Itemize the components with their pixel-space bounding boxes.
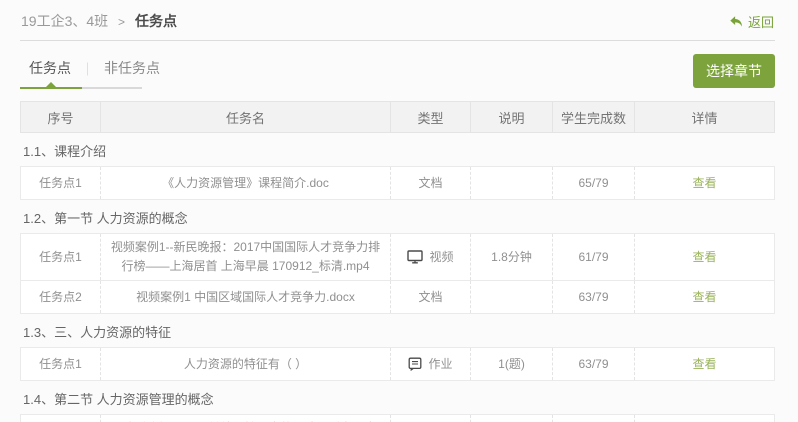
top-bar: 19工企3、4班 > 任务点 返回 — [20, 0, 775, 41]
table-body: 1.1、课程介绍 任务点1 《人力资源管理》课程简介.doc 文档 65/79 … — [20, 133, 775, 422]
row-desc: 2.3分钟 — [471, 415, 553, 422]
row-completed: 61/79 — [553, 234, 635, 280]
back-label: 返回 — [748, 12, 774, 31]
column-header-seq: 序号 — [21, 102, 101, 132]
row-desc: 1.8分钟 — [471, 234, 553, 280]
tabs: 任务点 ｜ 非任务点 — [20, 54, 160, 89]
tab-non-task-points[interactable]: 非任务点 — [104, 58, 160, 78]
view-link[interactable]: 查看 — [692, 355, 716, 374]
table-row: 任务点1 视频案例2 深圳：继续保持强大的人才吸引力和竞争力[深视新闻]_高清.… — [20, 414, 775, 422]
row-type-label: 文档 — [418, 288, 442, 307]
row-type: 作业 — [391, 348, 471, 380]
breadcrumb: 19工企3、4班 > 任务点 — [21, 11, 177, 31]
select-chapter-button[interactable]: 选择章节 — [693, 54, 775, 88]
column-header-detail: 详情 — [635, 102, 774, 132]
row-seq: 任务点1 — [21, 348, 101, 380]
row-type-label: 视频 — [429, 248, 453, 267]
row-name: 《人力资源管理》课程简介.doc — [101, 167, 391, 199]
section-title: 1.1、课程介绍 — [20, 133, 775, 167]
section-title: 1.4、第二节 人力资源管理的概念 — [20, 381, 775, 415]
tab-underline — [20, 87, 142, 89]
table-row: 任务点2 视频案例1 中国区域国际人才竞争力.docx 文档 63/79 查看 — [20, 280, 775, 314]
section-title: 1.3、三、人力资源的特征 — [20, 314, 775, 348]
table-row: 任务点1 视频案例1--新民晚报：2017中国国际人才竞争力排行榜——上海居首 … — [20, 233, 775, 281]
row-seq: 任务点1 — [21, 415, 101, 422]
view-link[interactable]: 查看 — [692, 174, 716, 193]
row-completed: 63/79 — [553, 281, 635, 313]
breadcrumb-separator: > — [118, 15, 125, 29]
row-desc — [471, 167, 553, 199]
row-name: 视频案例1 中国区域国际人才竞争力.docx — [101, 281, 391, 313]
reply-arrow-icon — [729, 15, 743, 28]
row-name: 人力资源的特征有（ ） — [101, 348, 391, 380]
active-tab-caret-icon — [46, 82, 56, 87]
column-header-name: 任务名 — [101, 102, 391, 132]
row-completed: 60/79 — [553, 415, 635, 422]
column-header-type: 类型 — [391, 102, 471, 132]
row-seq: 任务点1 — [21, 234, 101, 280]
section-title: 1.2、第一节 人力资源的概念 — [20, 200, 775, 234]
video-icon — [407, 250, 423, 264]
row-desc — [471, 281, 553, 313]
view-link[interactable]: 查看 — [692, 248, 716, 267]
page: 19工企3、4班 > 任务点 返回 任务点 ｜ 非任务点 选择章节 — [0, 0, 798, 422]
row-type-label: 作业 — [428, 355, 452, 374]
breadcrumb-current: 任务点 — [135, 13, 177, 29]
row-name: 视频案例1--新民晚报：2017中国国际人才竞争力排行榜——上海居首 上海早晨 … — [101, 234, 391, 280]
table-row: 任务点1 《人力资源管理》课程简介.doc 文档 65/79 查看 — [20, 166, 775, 200]
table-header: 序号 任务名 类型 说明 学生完成数 详情 — [20, 101, 775, 133]
row-type: 视频 — [391, 415, 471, 422]
column-header-completed: 学生完成数 — [553, 102, 635, 132]
row-type: 文档 — [391, 167, 471, 199]
row-type-label: 文档 — [418, 174, 442, 193]
table-row: 任务点1 人力资源的特征有（ ） 作业 1(题) 63/79 查看 — [20, 347, 775, 381]
row-seq: 任务点2 — [21, 281, 101, 313]
tab-divider: ｜ — [81, 59, 94, 78]
row-completed: 63/79 — [553, 348, 635, 380]
row-name: 视频案例2 深圳：继续保持强大的人才吸引力和竞争力[深视新闻]_高清.mp4 — [101, 415, 391, 422]
tab-task-points[interactable]: 任务点 — [29, 58, 71, 78]
row-type: 文档 — [391, 281, 471, 313]
row-type: 视频 — [391, 234, 471, 280]
breadcrumb-class[interactable]: 19工企3、4班 — [21, 13, 108, 29]
task-table: 序号 任务名 类型 说明 学生完成数 详情 1.1、课程介绍 任务点1 《人力资… — [20, 101, 775, 422]
row-desc: 1(题) — [471, 348, 553, 380]
row-completed: 65/79 — [553, 167, 635, 199]
back-button[interactable]: 返回 — [729, 12, 774, 31]
row-seq: 任务点1 — [21, 167, 101, 199]
column-header-desc: 说明 — [471, 102, 553, 132]
sub-bar: 任务点 ｜ 非任务点 选择章节 — [20, 54, 775, 89]
assignment-icon — [408, 357, 422, 371]
view-link[interactable]: 查看 — [692, 288, 716, 307]
